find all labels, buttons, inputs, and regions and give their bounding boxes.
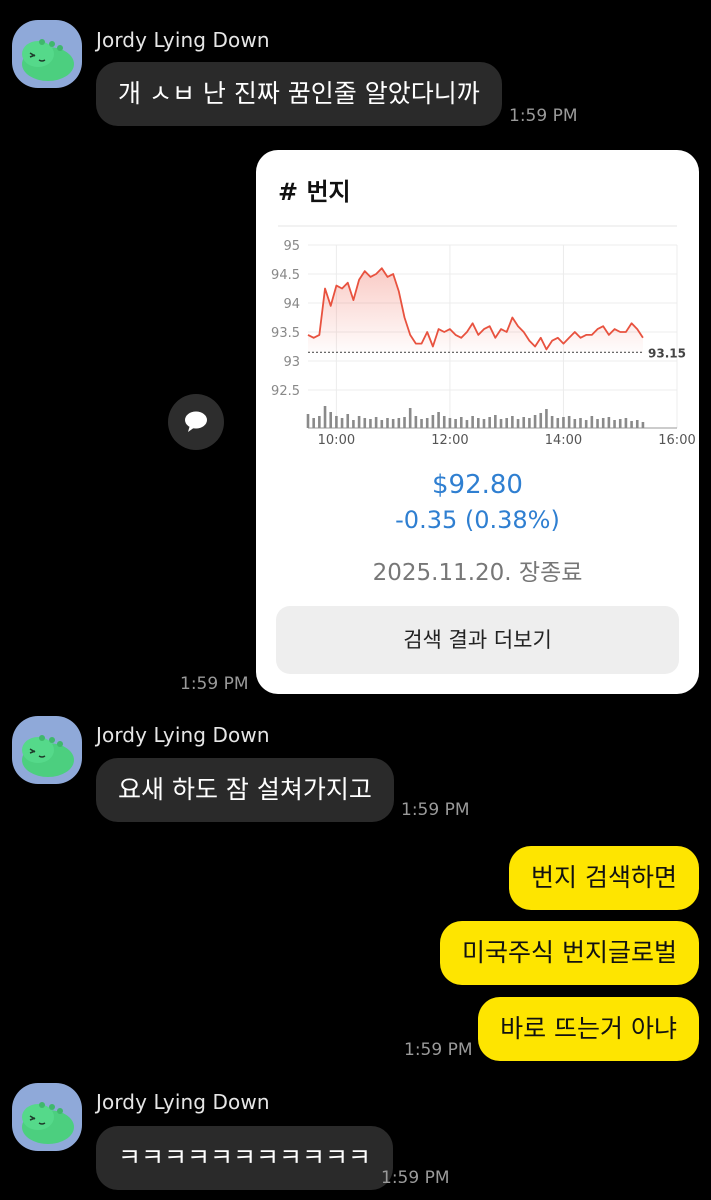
message-bubble[interactable]: 요새 하도 잠 설쳐가지고: [96, 758, 394, 822]
volume-bar: [369, 419, 372, 428]
y-tick-label: 95: [283, 239, 300, 254]
jordy-dinosaur-avatar-icon: [22, 735, 74, 777]
stock-chart: 95 94.5 94 93.5 93 92.5 10:00 12:00 14:00 16:00 93…: [271, 225, 696, 448]
volume-bar: [448, 418, 452, 428]
volume-bar: [346, 414, 350, 428]
message-time: 1:59 PM: [509, 106, 578, 126]
volume-bar: [329, 412, 333, 428]
reference-line-label: 93.15: [648, 346, 686, 360]
market-status-date: 2025.11.20. 장종료: [372, 560, 583, 586]
card-time: 1:59 PM: [180, 674, 249, 694]
volume-bar: [556, 418, 560, 428]
volume-bar: [641, 422, 645, 428]
message-time: 1:59 PM: [404, 1040, 473, 1060]
volume-bar: [635, 420, 639, 428]
volume-bar: [596, 419, 599, 428]
volume-bar: [590, 416, 594, 428]
volume-bar: [522, 417, 526, 428]
y-tick-label: 92.5: [271, 384, 300, 399]
volume-bar: [318, 416, 321, 428]
volume-bar: [442, 416, 446, 428]
outgoing-message-bubble[interactable]: 미국주식 번지글로벌: [440, 921, 699, 985]
avatar[interactable]: [12, 1083, 82, 1151]
volume-bar: [607, 417, 611, 428]
volume-bar: [516, 419, 520, 428]
volume-bar: [454, 419, 457, 428]
volume-bar: [562, 417, 565, 428]
volume-bar: [477, 418, 480, 428]
volume-bar: [374, 417, 378, 428]
sender-name: Jordy Lying Down: [96, 1090, 270, 1114]
chat-share-icon: [185, 411, 207, 432]
volume-bar: [425, 418, 429, 428]
y-tick-label: 94: [283, 297, 300, 312]
y-tick-label: 94.5: [271, 268, 300, 283]
more-results-button[interactable]: 검색 결과 더보기: [276, 606, 679, 674]
volume-bar: [312, 418, 315, 428]
avatar[interactable]: [12, 20, 82, 88]
volume-bar: [567, 416, 571, 428]
volume-bar: [352, 420, 355, 428]
volume-bar: [340, 418, 344, 428]
volume-bar: [601, 418, 605, 428]
jordy-dinosaur-avatar-icon: [22, 39, 74, 81]
message-bubble[interactable]: ㅋㅋㅋㅋㅋㅋㅋㅋㅋㅋㅋ: [96, 1126, 394, 1190]
volume-bar: [403, 417, 406, 428]
volume-bar: [545, 409, 548, 428]
message-bubble[interactable]: 개 ㅅㅂ 난 진짜 꿈인줄 알았다니까: [96, 62, 502, 126]
volume-bar: [397, 418, 401, 428]
y-tick-label: 93: [283, 355, 300, 370]
volume-bar: [391, 419, 395, 428]
volume-bar: [335, 416, 338, 428]
avatar[interactable]: [12, 716, 82, 784]
x-tick-label: 16:00: [658, 433, 695, 448]
volume-bar: [511, 416, 514, 428]
volume-bar: [363, 418, 367, 428]
volume-bar: [431, 415, 435, 428]
sender-name: Jordy Lying Down: [96, 28, 270, 52]
volume-bar: [459, 417, 463, 428]
volume-bar: [624, 418, 628, 428]
volume-bar: [488, 417, 491, 428]
volume-bar: [420, 419, 423, 428]
volume-bar: [357, 416, 361, 428]
volume-bar: [499, 419, 503, 428]
stock-card[interactable]: # 번지 95 94.5 94 93.5 93 92.5 10:00 12:00 14:00 16…: [256, 150, 699, 694]
volume-bar: [471, 416, 474, 428]
volume-bar: [533, 415, 537, 428]
sender-name: Jordy Lying Down: [96, 723, 270, 747]
volume-bar: [584, 420, 588, 428]
message-time: 1:59 PM: [381, 1168, 450, 1188]
x-tick-label: 14:00: [545, 433, 582, 448]
volume-bar: [494, 415, 497, 428]
volume-bar: [408, 408, 412, 428]
outgoing-message-bubble[interactable]: 바로 뜨는거 아냐: [478, 997, 699, 1061]
volume-bar: [380, 420, 384, 428]
volume-bar: [437, 412, 440, 428]
stock-price: $92.80: [432, 470, 523, 500]
volume-bar: [482, 419, 486, 428]
outgoing-message-bubble[interactable]: 번지 검색하면: [509, 846, 699, 910]
message-time: 1:59 PM: [401, 800, 470, 820]
volume-bar: [618, 419, 622, 428]
volume-bar: [528, 418, 531, 428]
volume-bar: [630, 421, 633, 428]
volume-bar: [414, 416, 418, 428]
x-tick-label: 12:00: [431, 433, 468, 448]
volume-bar: [539, 413, 543, 428]
y-tick-label: 93.5: [271, 326, 300, 341]
volume-bar: [386, 418, 389, 428]
x-tick-label: 10:00: [318, 433, 355, 448]
volume-bar: [505, 418, 508, 428]
volume-bar: [550, 416, 554, 428]
volume-bar: [465, 420, 469, 428]
jordy-dinosaur-avatar-icon: [22, 1102, 74, 1144]
stock-change: -0.35 (0.38%): [395, 506, 560, 534]
volume-bar: [306, 414, 310, 428]
volume-bar: [323, 406, 327, 428]
volume-bar: [573, 419, 577, 428]
volume-bar: [613, 420, 616, 428]
volume-bar: [579, 418, 582, 428]
share-button[interactable]: [168, 394, 224, 450]
